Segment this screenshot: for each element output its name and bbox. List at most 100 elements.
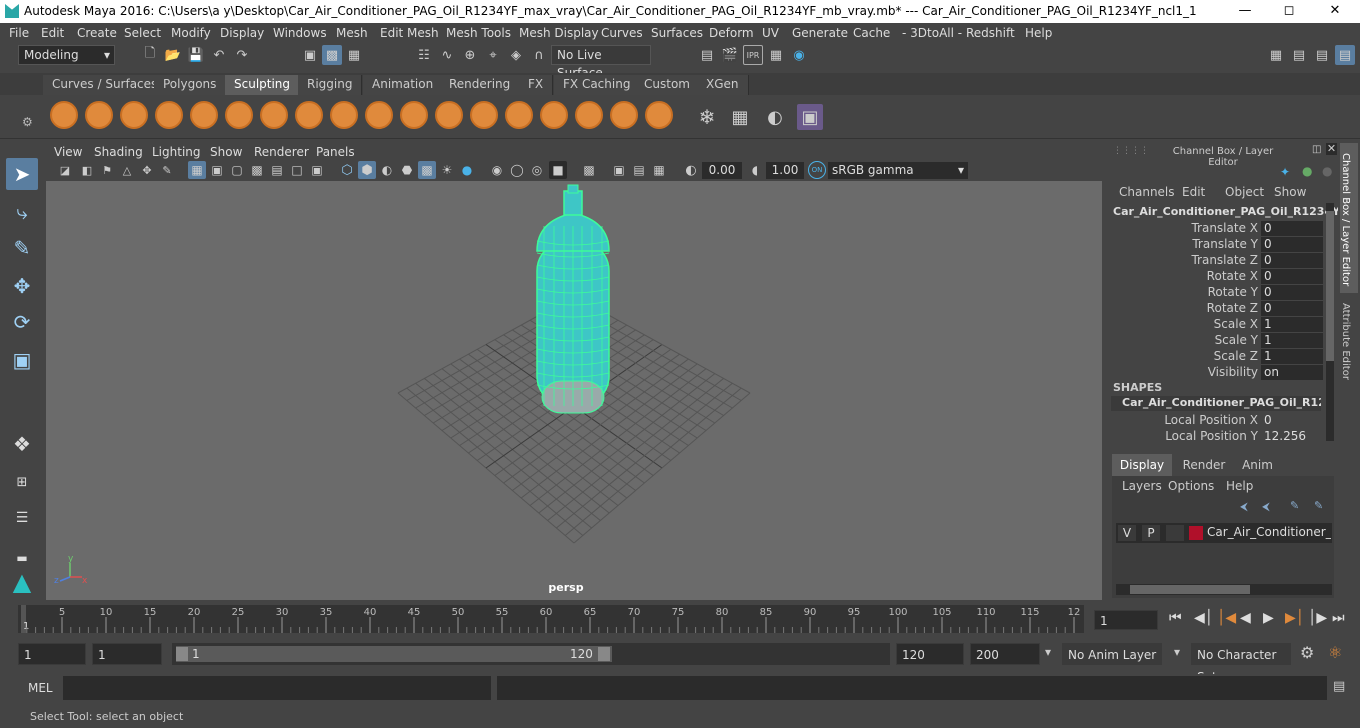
channel-box-toggle-icon[interactable]: ▤: [1335, 45, 1355, 65]
camera-attributes-icon[interactable]: ◧: [78, 161, 96, 179]
character-set-dropdown[interactable]: No Character Set: [1191, 643, 1291, 684]
timeline-ticks[interactable]: 1 5 10 15 20 25 30 35 40 45 50 55 60 65 70 75 80 85 90 95 1…: [18, 605, 1084, 633]
vp-menu-panels[interactable]: Panels: [316, 145, 355, 159]
imprint-brush-icon[interactable]: [365, 101, 393, 129]
tab-fx[interactable]: FX: [519, 75, 554, 95]
go-to-end-icon[interactable]: ⏭: [1332, 610, 1345, 626]
foamy-brush-icon[interactable]: [260, 101, 288, 129]
menu-curves[interactable]: Curves: [601, 26, 643, 40]
script-editor-icon[interactable]: ▤: [1333, 679, 1345, 694]
attr-label[interactable]: Visibility: [1128, 365, 1258, 379]
tab-anim[interactable]: Anim: [1230, 454, 1285, 476]
sculpt-brush-icon[interactable]: [50, 101, 78, 129]
close-panel-icon[interactable]: ✕: [1326, 143, 1337, 155]
lights-icon[interactable]: ☀: [438, 161, 456, 179]
layer-hscrollbar[interactable]: [1116, 584, 1332, 595]
xray-icon[interactable]: ◯: [508, 161, 526, 179]
gamma-icon[interactable]: ◖: [746, 161, 764, 179]
menu-redshift[interactable]: Redshift: [966, 26, 1015, 40]
attr-value-field[interactable]: 0: [1261, 221, 1323, 236]
lock-icon[interactable]: ●: [1322, 164, 1332, 178]
attr-value-field[interactable]: 1: [1261, 333, 1323, 348]
layer-name[interactable]: Car_Air_Conditioner_PAG: [1207, 525, 1331, 539]
gate-mask-icon[interactable]: ▩: [248, 161, 266, 179]
snap-curve-icon[interactable]: ∿: [437, 45, 457, 65]
attr-value-field[interactable]: 0: [1261, 285, 1323, 300]
freeze-brush-icon[interactable]: [645, 101, 673, 129]
shadows-icon[interactable]: ●: [458, 161, 476, 179]
step-back-icon[interactable]: ◀│: [1194, 610, 1213, 626]
tab-fx-caching[interactable]: FX Caching: [554, 75, 641, 95]
screen-space-ao-icon[interactable]: ▩: [580, 161, 598, 179]
tab-animation[interactable]: Animation: [363, 75, 444, 95]
attr-label[interactable]: Translate Y: [1128, 237, 1258, 251]
new-layer-selected-icon[interactable]: ✎: [1314, 499, 1323, 512]
xray-joints-icon[interactable]: ◎: [528, 161, 546, 179]
current-frame-field[interactable]: 1: [1094, 610, 1158, 630]
perspective-viewport[interactable]: y z x persp: [46, 181, 1102, 600]
render-settings-icon[interactable]: ▤: [697, 45, 717, 65]
layer-playback-toggle[interactable]: P: [1142, 525, 1160, 541]
bookmark-icon[interactable]: ⚑: [98, 161, 116, 179]
multisample-aa-icon[interactable]: ▤: [630, 161, 648, 179]
rotate-tool-icon[interactable]: ⟳: [6, 306, 38, 338]
menu-cache[interactable]: Cache: [853, 26, 890, 40]
side-tab-channel-box[interactable]: Channel Box / Layer Editor: [1340, 143, 1358, 293]
select-component-icon[interactable]: ▦: [344, 45, 364, 65]
texture-deformer-icon[interactable]: ▣: [797, 104, 823, 130]
tab-rigging[interactable]: Rigging: [298, 75, 363, 95]
chevron-down-icon[interactable]: ▾: [1045, 645, 1051, 659]
new-layer-icon[interactable]: ✎: [1290, 499, 1299, 512]
vp-menu-show[interactable]: Show: [210, 145, 242, 159]
attr-value-field[interactable]: 0: [1261, 253, 1323, 268]
layer-display-type-toggle[interactable]: [1166, 525, 1184, 541]
safe-title-icon[interactable]: ▣: [308, 161, 326, 179]
snap-grid-icon[interactable]: ☷: [414, 45, 434, 65]
attr-value-field[interactable]: 1: [1261, 349, 1323, 364]
animation-preferences-icon[interactable]: ⚛: [1328, 643, 1342, 662]
undo-icon[interactable]: ↶: [209, 45, 229, 65]
layer-menu-layers[interactable]: Layers: [1122, 479, 1162, 493]
menu-surfaces[interactable]: Surfaces: [651, 26, 703, 40]
paint-select-tool-icon[interactable]: ✎: [6, 232, 38, 264]
auto-key-icon[interactable]: ⚙: [1300, 643, 1314, 662]
outliner-layout-icon[interactable]: ☰: [6, 502, 38, 534]
field-chart-icon[interactable]: ▤: [268, 161, 286, 179]
anim-layer-dropdown[interactable]: No Anim Layer: [1062, 643, 1162, 665]
render-view-icon[interactable]: ▦: [766, 45, 786, 65]
wireframe-on-shaded-icon[interactable]: ⬣: [398, 161, 416, 179]
menu-deform[interactable]: Deform: [709, 26, 754, 40]
side-tab-attribute-editor[interactable]: Attribute Editor: [1340, 303, 1358, 403]
shape-attr-label[interactable]: Local Position X: [1128, 413, 1258, 427]
wax-brush-icon[interactable]: [400, 101, 428, 129]
step-back-key-icon[interactable]: │◀: [1217, 610, 1236, 626]
bulge-brush-icon[interactable]: [575, 101, 603, 129]
repeat-brush-icon[interactable]: [330, 101, 358, 129]
axis-icon[interactable]: ✦: [1280, 165, 1290, 179]
shape-attr-value[interactable]: 12.256: [1261, 429, 1323, 444]
menu-help[interactable]: Help: [1025, 26, 1052, 40]
menu-mesh-tools[interactable]: Mesh Tools: [446, 26, 511, 40]
new-scene-icon[interactable]: 🗋: [140, 45, 160, 65]
open-scene-icon[interactable]: 📂: [163, 45, 183, 65]
vp-menu-shading[interactable]: Shading: [94, 145, 143, 159]
amplify-brush-icon[interactable]: [610, 101, 638, 129]
select-hierarchy-icon[interactable]: ▣: [300, 45, 320, 65]
menu-select[interactable]: Select: [124, 26, 161, 40]
textured-icon[interactable]: ▩: [418, 161, 436, 179]
render-frame-icon[interactable]: 🎬: [720, 45, 740, 65]
spray-brush-icon[interactable]: [295, 101, 323, 129]
attr-label[interactable]: Rotate Z: [1128, 301, 1258, 315]
move-tool-icon[interactable]: ✥: [6, 270, 38, 302]
end-time-field[interactable]: 200: [970, 643, 1040, 665]
close-button[interactable]: ✕: [1312, 0, 1358, 23]
attribute-editor-toggle-icon[interactable]: ▤: [1289, 45, 1309, 65]
film-gate-icon[interactable]: ▣: [208, 161, 226, 179]
range-end-handle[interactable]: [598, 647, 610, 661]
menu-3dtoall[interactable]: - 3DtoAll -: [902, 26, 962, 40]
grab-brush-icon[interactable]: [155, 101, 183, 129]
attr-value-field[interactable]: 0: [1261, 269, 1323, 284]
2d-pan-zoom-icon[interactable]: ✥: [138, 161, 156, 179]
mel-label[interactable]: MEL: [28, 681, 53, 695]
cb-menu-object[interactable]: Object: [1225, 185, 1264, 199]
